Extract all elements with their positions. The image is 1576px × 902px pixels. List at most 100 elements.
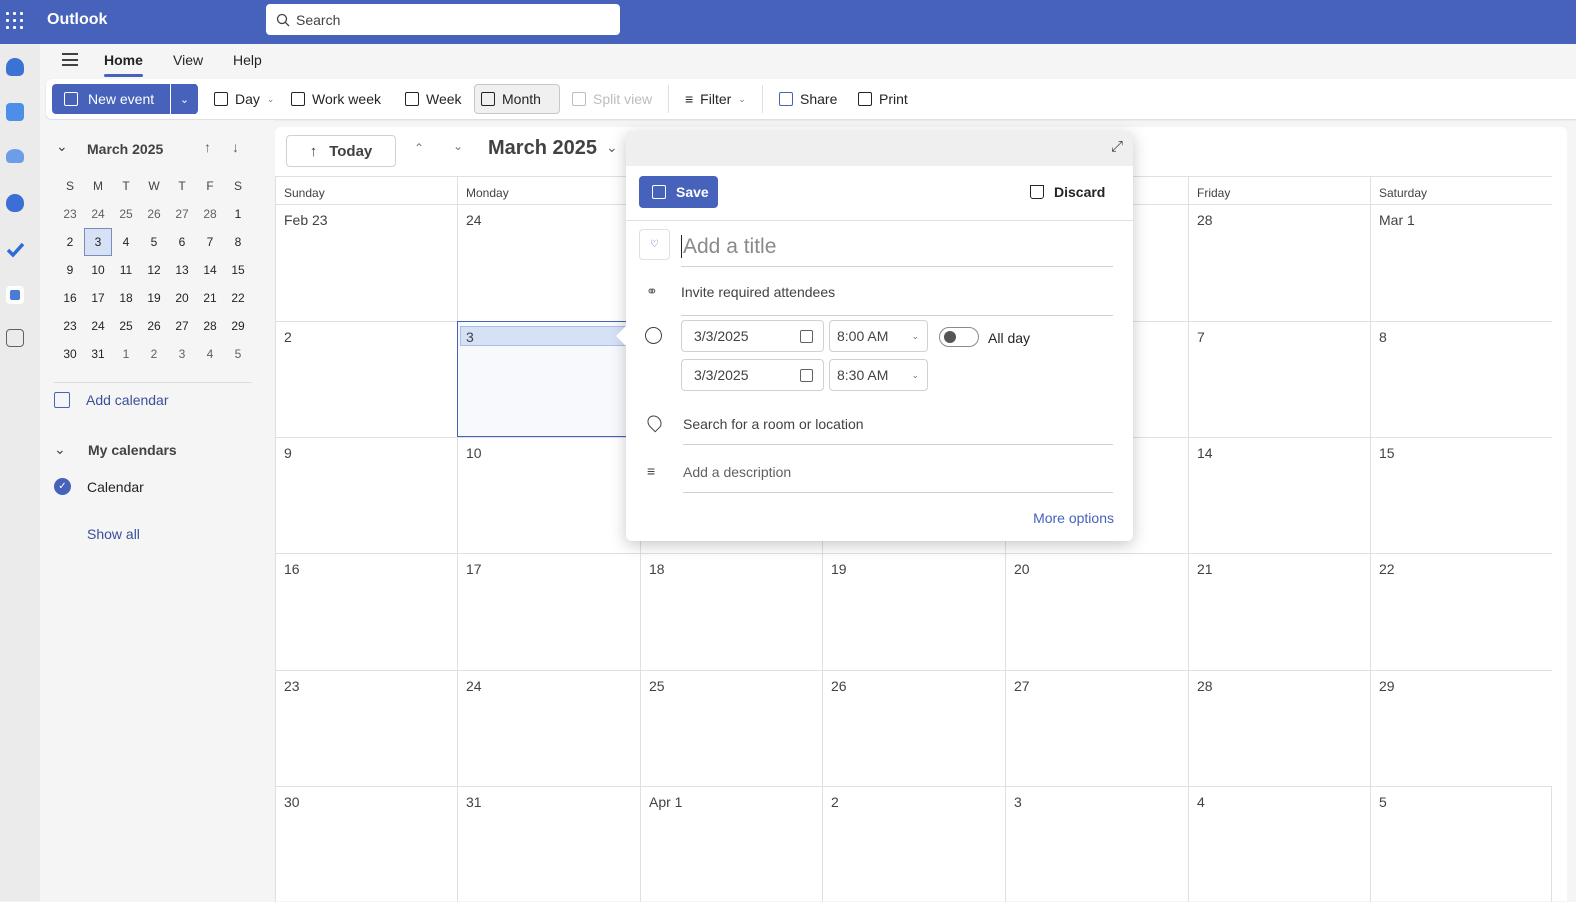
mini-calendar-day[interactable]: 10 [84, 256, 112, 284]
filter-button[interactable]: ≡ Filter ⌄ [679, 84, 752, 114]
mini-calendar-day[interactable]: 5 [140, 228, 168, 256]
mini-calendar-day[interactable]: 2 [140, 340, 168, 368]
tab-view[interactable]: View [173, 52, 203, 68]
mini-calendar-day[interactable]: 17 [84, 284, 112, 312]
day-cell[interactable]: 17 [457, 553, 640, 670]
share-button[interactable]: Share [773, 84, 843, 114]
app-launcher-icon[interactable] [6, 12, 24, 30]
mini-calendar-day[interactable]: 21 [196, 284, 224, 312]
mini-calendar-day[interactable]: 11 [112, 256, 140, 284]
day-cell[interactable]: Apr 1 [640, 786, 822, 902]
mini-calendar-day[interactable]: 24 [84, 312, 112, 340]
collapse-chevron-icon[interactable]: ⌄ [56, 138, 68, 155]
show-all-link[interactable]: Show all [87, 526, 140, 542]
description-input[interactable]: Add a description [683, 464, 1113, 493]
day-cell[interactable]: 3 [1005, 786, 1188, 902]
expand-icon[interactable]: ⤢ [1111, 138, 1123, 155]
mini-calendar-title[interactable]: March 2025 [87, 141, 163, 157]
week-view-button[interactable]: Week [399, 84, 468, 114]
mini-calendar-day[interactable]: 15 [224, 256, 252, 284]
day-cell[interactable]: 4 [1188, 786, 1370, 902]
mini-calendar-day[interactable]: 18 [112, 284, 140, 312]
mini-calendar-day[interactable]: 5 [224, 340, 252, 368]
start-date-input[interactable]: 3/3/2025 [681, 320, 824, 352]
day-cell[interactable]: 7 [1188, 321, 1370, 437]
teams-icon[interactable] [6, 286, 24, 304]
mini-calendar-day[interactable]: 7 [196, 228, 224, 256]
month-title[interactable]: March 2025 [488, 137, 597, 160]
mini-calendar-day[interactable]: 14 [196, 256, 224, 284]
mini-calendar-day[interactable]: 1 [224, 200, 252, 228]
checkmark-icon[interactable]: ✓ [54, 478, 71, 495]
previous-month-icon[interactable]: ↑ [204, 139, 211, 155]
mini-calendar-day[interactable]: 6 [168, 228, 196, 256]
mini-calendar-day[interactable]: 24 [84, 200, 112, 228]
today-button[interactable]: ↑ Today [286, 135, 396, 167]
mini-calendar-day[interactable]: 26 [140, 312, 168, 340]
mini-calendar-day[interactable]: 25 [112, 200, 140, 228]
mini-calendar-day[interactable]: 27 [168, 200, 196, 228]
day-cell[interactable]: 31 [457, 786, 640, 902]
day-cell[interactable]: 16 [275, 553, 457, 670]
day-cell[interactable]: 25 [640, 670, 822, 786]
mini-calendar-day[interactable]: 28 [196, 312, 224, 340]
people-icon[interactable] [6, 149, 24, 163]
day-cell[interactable]: 28 [1188, 204, 1370, 321]
tab-home[interactable]: Home [104, 52, 143, 77]
save-button[interactable]: Save [639, 176, 718, 208]
day-cell[interactable]: 3 [457, 321, 640, 437]
calendar-icon[interactable] [6, 103, 24, 121]
mini-calendar-day[interactable]: 13 [168, 256, 196, 284]
print-button[interactable]: Print [852, 84, 914, 114]
day-cell[interactable]: 23 [275, 670, 457, 786]
day-cell[interactable]: 20 [1005, 553, 1188, 670]
new-event-dropdown[interactable]: ⌄ [170, 84, 198, 114]
end-time-select[interactable]: 8:30 AM ⌄ [829, 359, 928, 391]
todo-icon[interactable] [6, 240, 25, 258]
day-cell[interactable]: 24 [457, 670, 640, 786]
search-input[interactable]: Search [266, 4, 620, 35]
mini-calendar-day[interactable]: 29 [224, 312, 252, 340]
category-icon[interactable]: ♡ [639, 229, 670, 260]
day-cell[interactable]: 22 [1370, 553, 1552, 670]
day-view-button[interactable]: Day ⌄ [208, 84, 280, 114]
day-cell[interactable]: 15 [1370, 437, 1552, 553]
mini-calendar-day[interactable]: 3 [168, 340, 196, 368]
day-cell[interactable]: 10 [457, 437, 640, 553]
mini-calendar-day[interactable]: 23 [56, 200, 84, 228]
mini-calendar-day[interactable]: 4 [112, 228, 140, 256]
day-cell[interactable]: 28 [1188, 670, 1370, 786]
day-cell[interactable]: 21 [1188, 553, 1370, 670]
mini-calendar-day[interactable]: 30 [56, 340, 84, 368]
mini-calendar-day[interactable]: 4 [196, 340, 224, 368]
day-cell[interactable]: 8 [1370, 321, 1552, 437]
mini-calendar-day[interactable]: 2 [56, 228, 84, 256]
mini-calendar-day[interactable]: 16 [56, 284, 84, 312]
mini-calendar-day[interactable]: 1 [112, 340, 140, 368]
next-icon[interactable]: ⌄ [453, 139, 463, 153]
mail-icon[interactable] [6, 58, 24, 76]
attendees-input[interactable]: Invite required attendees [681, 284, 1113, 316]
groups-icon[interactable] [6, 194, 24, 212]
mini-calendar-day[interactable]: 8 [224, 228, 252, 256]
start-time-select[interactable]: 8:00 AM ⌄ [829, 320, 928, 352]
mini-calendar-day[interactable]: 27 [168, 312, 196, 340]
discard-button[interactable]: Discard [1030, 184, 1105, 200]
day-cell[interactable]: 2 [275, 321, 457, 437]
day-cell[interactable]: 18 [640, 553, 822, 670]
day-cell[interactable]: 27 [1005, 670, 1188, 786]
chevron-down-icon[interactable]: ⌄ [606, 139, 618, 156]
split-view-button[interactable]: Split view [566, 84, 658, 114]
title-input[interactable]: Add a title [681, 235, 1113, 267]
new-event-placeholder[interactable]: 3 [460, 326, 631, 346]
mini-calendar-day[interactable]: 26 [140, 200, 168, 228]
day-cell[interactable]: 14 [1188, 437, 1370, 553]
add-calendar-button[interactable]: Add calendar [54, 392, 169, 408]
calendar-icon[interactable] [800, 329, 813, 343]
tab-help[interactable]: Help [233, 52, 262, 68]
mini-calendar-day[interactable]: 12 [140, 256, 168, 284]
day-cell[interactable]: 30 [275, 786, 457, 902]
hamburger-menu-icon[interactable] [62, 53, 78, 66]
day-cell[interactable]: Mar 1 [1370, 204, 1552, 321]
previous-icon[interactable]: ⌃ [414, 141, 424, 155]
